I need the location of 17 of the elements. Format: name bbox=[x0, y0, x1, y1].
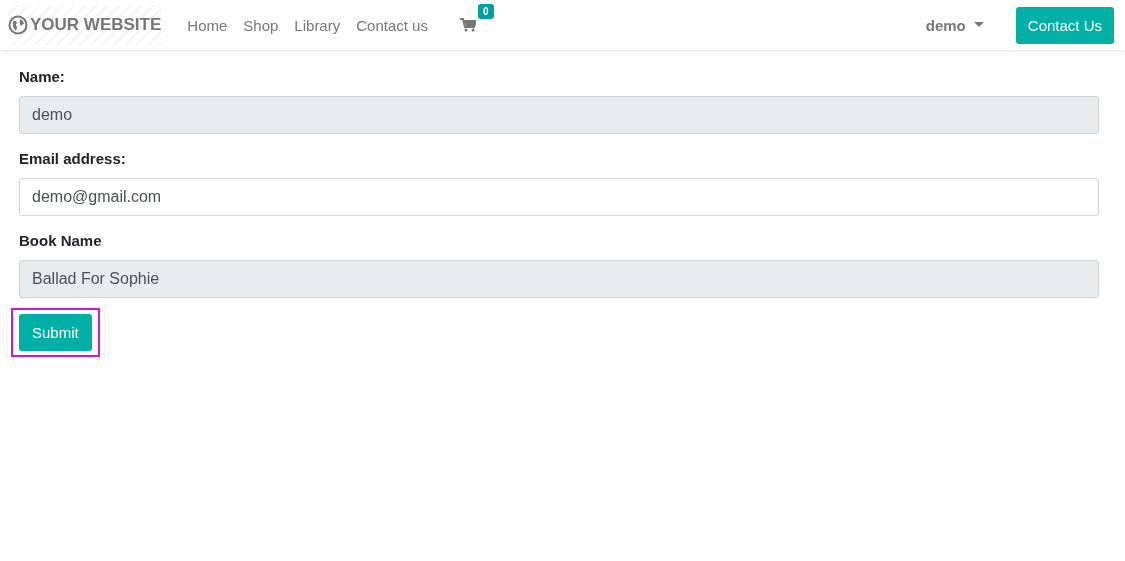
nav-link[interactable]: Library bbox=[294, 16, 341, 34]
nav-link[interactable]: Shop bbox=[243, 16, 279, 34]
globe-icon bbox=[8, 15, 28, 35]
contact-us-button[interactable]: Contact Us bbox=[1015, 6, 1114, 44]
text-field[interactable]: demo@gmail.com bbox=[19, 178, 1099, 216]
field-label: Name: bbox=[19, 68, 65, 85]
caret-icon bbox=[973, 22, 984, 28]
field-label: Email address: bbox=[19, 150, 126, 167]
website-logo[interactable]: YOUR WEBSITE bbox=[8, 5, 162, 45]
cart-count: 0 bbox=[477, 4, 494, 19]
nav-link[interactable]: Contact us bbox=[356, 16, 428, 34]
user-menu[interactable]: demo bbox=[925, 16, 984, 34]
submit-button[interactable]: Submit bbox=[19, 314, 92, 351]
cart-icon[interactable] bbox=[459, 18, 476, 32]
nav-link[interactable]: Home bbox=[187, 16, 228, 34]
field-label: Book Name bbox=[19, 232, 102, 249]
logo-text: YOUR WEBSITE bbox=[30, 15, 162, 35]
